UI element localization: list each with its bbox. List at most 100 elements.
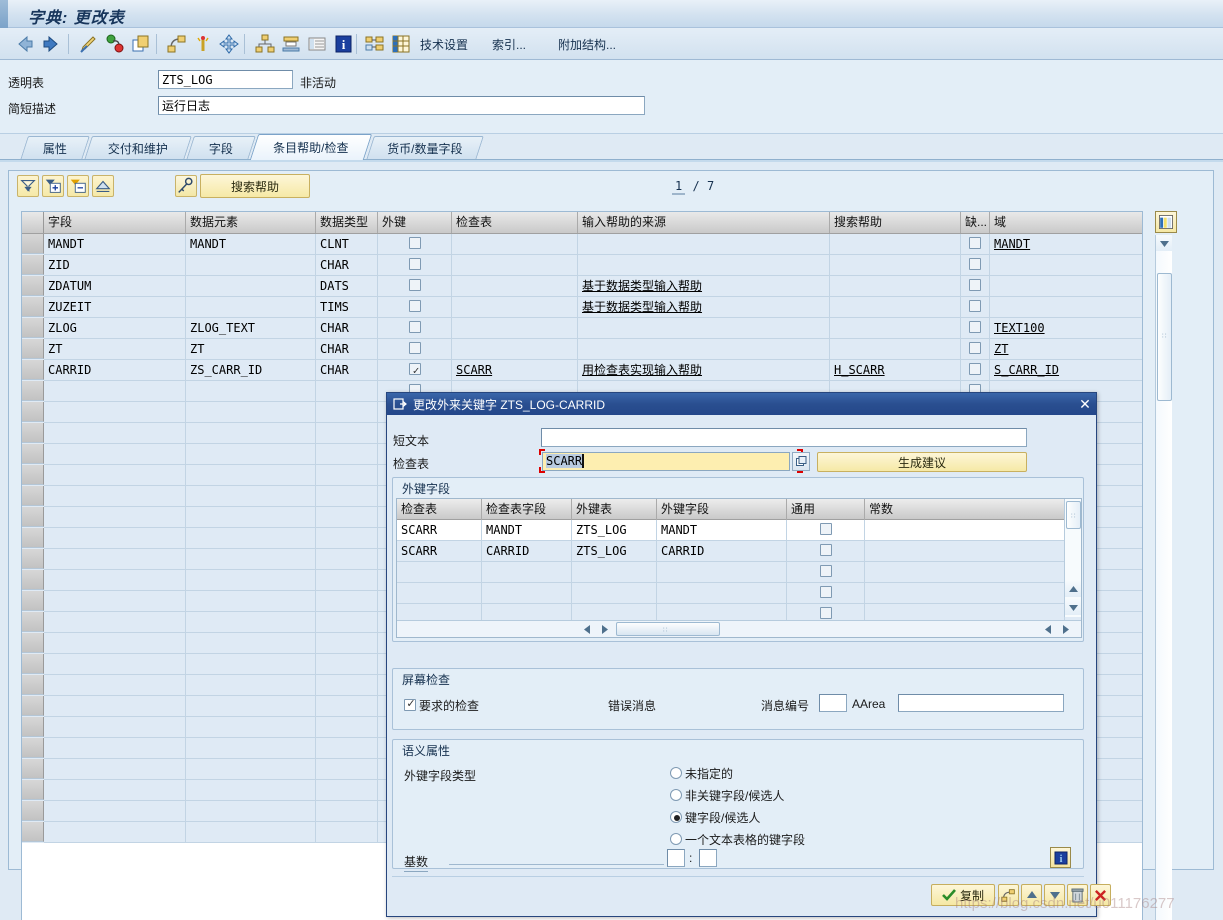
generic-checkbox[interactable] xyxy=(820,565,832,577)
fk-hscroll-thumb[interactable]: ∷ xyxy=(616,622,720,636)
area-input[interactable] xyxy=(898,694,1064,712)
collapse-icon[interactable] xyxy=(92,175,114,197)
table-row[interactable]: ZLOG ZLOG_TEXT CHAR TEXT100 xyxy=(22,318,1142,339)
cell-helporigin[interactable]: 基于数据类型输入帮助 xyxy=(578,276,830,297)
row-selector[interactable] xyxy=(22,570,44,590)
scroll-thumb[interactable]: ∷ xyxy=(1157,273,1172,401)
fk-scroll-down-arrow[interactable] xyxy=(1065,599,1081,615)
info-icon[interactable]: i xyxy=(332,33,354,55)
missing-checkbox-cell[interactable] xyxy=(961,297,990,318)
fk-table-row[interactable] xyxy=(397,562,1081,583)
row-selector[interactable] xyxy=(22,381,44,401)
table-grid-icon[interactable] xyxy=(390,33,412,55)
row-selector[interactable] xyxy=(22,759,44,779)
copy-button[interactable]: 复制 xyxy=(931,884,995,906)
fk-col-check-table[interactable]: 检查表 xyxy=(397,499,482,520)
missing-checkbox[interactable] xyxy=(969,237,981,249)
row-selector[interactable] xyxy=(22,612,44,632)
row-selector[interactable] xyxy=(22,276,44,296)
page-current-field[interactable]: 1 xyxy=(672,179,686,195)
generic-checkbox[interactable] xyxy=(820,607,832,619)
fk-col-fk-field[interactable]: 外键字段 xyxy=(657,499,787,520)
fk-hscroll-left-arrow[interactable] xyxy=(580,622,594,637)
row-selector[interactable] xyxy=(22,717,44,737)
close-icon[interactable]: ✕ xyxy=(1076,395,1094,413)
scroll-down-arrow[interactable] xyxy=(1156,235,1172,251)
missing-checkbox-cell[interactable] xyxy=(961,234,990,255)
next-button[interactable] xyxy=(1044,884,1065,906)
cell-domain[interactable]: TEXT100 xyxy=(990,318,1142,339)
fk-copy-icon-button[interactable] xyxy=(998,884,1019,906)
where-used-icon[interactable] xyxy=(166,33,188,55)
row-selector[interactable] xyxy=(22,360,44,380)
value-help-icon[interactable] xyxy=(792,452,810,471)
generate-proposal-button[interactable]: 生成建议 xyxy=(817,452,1027,472)
fk-scroll-up-arrow[interactable] xyxy=(1065,581,1081,597)
grid-select-all-cell[interactable] xyxy=(22,212,44,233)
row-selector[interactable] xyxy=(22,507,44,527)
missing-checkbox-cell[interactable] xyxy=(961,339,990,360)
row-selector[interactable] xyxy=(22,486,44,506)
short-text-input[interactable] xyxy=(541,428,1027,447)
fk-col-fk-table[interactable]: 外键表 xyxy=(572,499,657,520)
generic-checkbox-cell[interactable] xyxy=(787,541,865,562)
row-selector[interactable] xyxy=(22,822,44,842)
missing-checkbox-cell[interactable] xyxy=(961,360,990,381)
previous-button[interactable] xyxy=(1021,884,1042,906)
missing-checkbox-cell[interactable] xyxy=(961,318,990,339)
info-icon[interactable]: i xyxy=(1050,847,1071,868)
missing-checkbox[interactable] xyxy=(969,300,981,312)
missing-checkbox[interactable] xyxy=(969,321,981,333)
append-structure-button[interactable]: 附加结构... xyxy=(558,36,616,53)
fk-col-check-table-field[interactable]: 检查表字段 xyxy=(482,499,572,520)
cell-helporigin[interactable]: 基于数据类型输入帮助 xyxy=(578,297,830,318)
list-icon[interactable] xyxy=(306,33,328,55)
foreign-key-checkbox-cell[interactable] xyxy=(378,234,452,255)
cell-domain[interactable]: MANDT xyxy=(990,234,1142,255)
foreign-key-checkbox-cell[interactable] xyxy=(378,339,452,360)
activate-icon[interactable] xyxy=(104,33,126,55)
hierarchy-icon[interactable] xyxy=(254,33,276,55)
index-button[interactable]: 索引... xyxy=(492,36,526,53)
foreign-key-checkbox[interactable] xyxy=(409,279,421,291)
cardinality-left-input[interactable] xyxy=(667,849,685,867)
fk-hscroll-right-arrow-right[interactable] xyxy=(1059,622,1073,637)
fk-col-generic[interactable]: 通用 xyxy=(787,499,865,520)
forward-arrow-icon[interactable] xyxy=(40,33,62,55)
copy-icon[interactable] xyxy=(130,33,152,55)
pencil-check-icon[interactable] xyxy=(78,33,100,55)
col-header-check-table[interactable]: 检查表 xyxy=(452,212,578,233)
fk-hscroll-left-arrow-right[interactable] xyxy=(1041,622,1055,637)
table-row[interactable]: CARRIDZS_CARR_IDCHAR SCARR用检查表实现输入帮助H_SCA… xyxy=(22,360,1142,381)
missing-checkbox[interactable] xyxy=(969,258,981,270)
table-name-input[interactable] xyxy=(158,70,293,89)
tab-fields[interactable]: 字段 xyxy=(186,136,256,160)
stack-icon[interactable] xyxy=(280,33,302,55)
col-header-domain[interactable]: 域 xyxy=(990,212,1142,233)
radio-non-key-candidate[interactable] xyxy=(670,789,682,801)
table-row[interactable]: MANDT MANDT CLNT MANDT xyxy=(22,234,1142,255)
tab-attributes[interactable]: 属性 xyxy=(20,136,90,160)
fk-table-row[interactable]: SCARR CARRID ZTS_LOG CARRID xyxy=(397,541,1081,562)
check-table-input[interactable]: SCARR xyxy=(542,452,790,471)
table-row[interactable]: ZID CHAR xyxy=(22,255,1142,276)
foreign-key-checkbox[interactable] xyxy=(409,342,421,354)
cell-domain[interactable]: S_CARR_ID xyxy=(990,360,1142,381)
table-row[interactable]: ZUZEIT TIMS 基于数据类型输入帮助 xyxy=(22,297,1142,318)
foreign-key-checkbox-cell[interactable] xyxy=(378,318,452,339)
search-help-button[interactable]: 搜索帮助 xyxy=(200,174,310,198)
col-header-help-origin[interactable]: 输入帮助的来源 xyxy=(578,212,830,233)
fk-table-row[interactable]: SCARR MANDT ZTS_LOG MANDT xyxy=(397,520,1081,541)
tech-settings-button[interactable]: 技术设置 xyxy=(420,36,468,53)
key-icon[interactable] xyxy=(175,175,197,197)
delete-button[interactable] xyxy=(1067,884,1088,906)
row-selector[interactable] xyxy=(22,528,44,548)
row-selector[interactable] xyxy=(22,654,44,674)
generic-checkbox[interactable] xyxy=(820,544,832,556)
column-config-icon[interactable] xyxy=(1155,211,1177,233)
expand-icon[interactable] xyxy=(218,33,240,55)
cell-searchhelp[interactable]: H_SCARR xyxy=(830,360,961,381)
foreign-key-checkbox[interactable] xyxy=(409,237,421,249)
cell-helporigin[interactable]: 用检查表实现输入帮助 xyxy=(578,360,830,381)
foreign-key-checkbox[interactable] xyxy=(409,321,421,333)
